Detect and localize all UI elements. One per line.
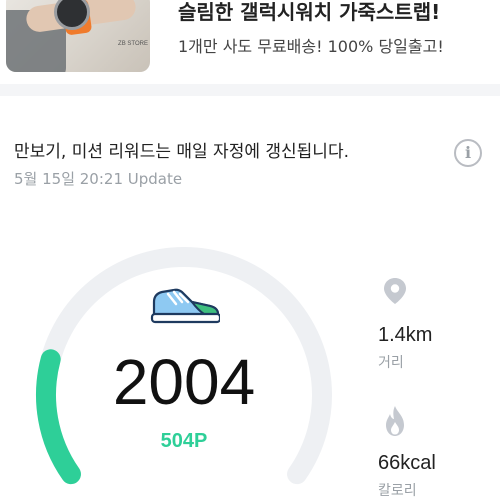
distance-value: 1.4km xyxy=(378,324,433,346)
calories-label: 칼로리 xyxy=(378,483,417,499)
step-count: 2004 xyxy=(112,346,256,418)
store-logo-text: ZB STORE xyxy=(118,41,148,47)
info-icon[interactable]: i xyxy=(454,139,482,167)
section-divider xyxy=(0,84,500,96)
location-pin-icon xyxy=(384,278,406,304)
distance-label: 거리 xyxy=(378,355,404,371)
calories-value: 66kcal xyxy=(378,452,436,474)
reset-notice: 만보기, 미션 리워드는 매일 자정에 갱신됩니다. xyxy=(14,142,349,162)
update-timestamp: 5월 15일 20:21 Update xyxy=(14,170,183,188)
ad-banner[interactable]: ZB STORE 슬림한 갤럭시워치 가죽스트랩! 1개만 사도 무료배송! 1… xyxy=(0,0,500,84)
ad-thumbnail-image[interactable]: ZB STORE xyxy=(6,0,150,72)
ad-title[interactable]: 슬림한 갤럭시워치 가죽스트랩! xyxy=(178,0,440,25)
ad-subtitle[interactable]: 1개만 사도 무료배송! 100% 당일출고! xyxy=(178,33,444,57)
points-earned[interactable]: 504P xyxy=(64,430,304,453)
sneaker-icon xyxy=(150,288,220,324)
flame-icon xyxy=(386,406,404,436)
